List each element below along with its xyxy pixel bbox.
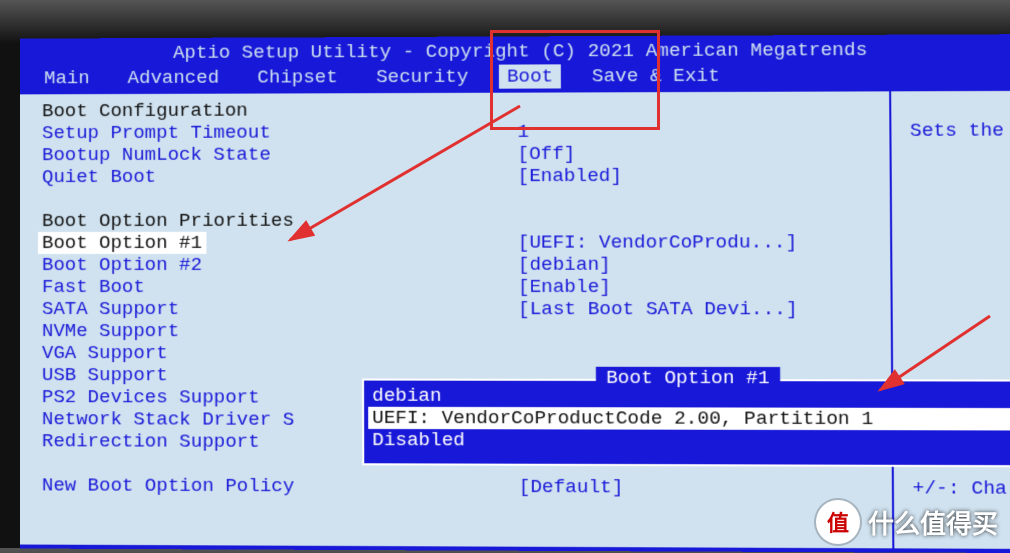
section-boot-priorities: Boot Option Priorities [42,209,506,232]
item-setup-prompt-timeout[interactable]: Setup Prompt Timeout [42,121,505,144]
value-sata-support: [Last Boot SATA Devi...] [518,298,887,320]
item-boot-option-1[interactable]: Boot Option #1 [42,232,506,254]
item-quiet-boot[interactable]: Quiet Boot [42,165,505,188]
bios-screen: Aptio Setup Utility - Copyright (C) 2021… [20,34,1010,553]
watermark: 值 什么值得买 [816,500,998,544]
section-boot-config: Boot Configuration [42,99,505,122]
help-column: Sets the s +/-: Cha [891,91,1010,549]
popup-option-2[interactable]: Disabled [372,429,1007,453]
boot-option-popup[interactable]: Boot Option #1 debian UEFI: VendorCoProd… [362,379,1010,468]
value-boot-option-2: [debian] [518,253,886,275]
tab-advanced[interactable]: Advanced [120,66,228,90]
popup-title: Boot Option #1 [596,367,780,390]
value-fast-boot: [Enable] [518,276,886,298]
tab-boot[interactable]: Boot [499,64,562,88]
item-sata-support[interactable]: SATA Support [42,298,506,320]
value-quiet-boot: [Enabled] [518,164,886,187]
tab-bar: Main Advanced Chipset Security Boot Save… [20,63,1010,95]
item-fast-boot[interactable]: Fast Boot [42,276,506,298]
help-hint: +/-: Cha [912,477,1010,500]
item-boot-option-2[interactable]: Boot Option #2 [42,254,506,276]
tab-security[interactable]: Security [368,65,477,89]
tab-save-exit[interactable]: Save & Exit [584,64,728,89]
tab-main[interactable]: Main [36,66,98,90]
value-bootup-numlock: [Off] [517,142,885,165]
left-column: Boot Configuration Setup Prompt Timeout … [20,93,515,547]
tab-chipset[interactable]: Chipset [249,65,346,89]
value-setup-prompt-timeout: 1 [517,120,885,143]
value-column: 1 [Off] [Enabled] [UEFI: VendorCoProdu..… [513,91,894,548]
item-nvme-support[interactable]: NVMe Support [42,320,506,342]
popup-option-1[interactable]: UEFI: VendorCoProductCode 2.00, Partitio… [368,407,1010,431]
item-new-boot-policy[interactable]: New Boot Option Policy [42,474,507,498]
bios-title: Aptio Setup Utility - Copyright (C) 2021… [20,34,1010,66]
value-new-boot-policy: [Default] [519,476,888,500]
watermark-badge-icon: 值 [816,500,860,544]
help-text: Sets the s [910,119,1010,142]
value-boot-option-1: [UEFI: VendorCoProdu...] [518,231,886,254]
item-vga-support[interactable]: VGA Support [42,342,506,365]
content-area: Boot Configuration Setup Prompt Timeout … [20,91,1010,549]
item-bootup-numlock[interactable]: Bootup NumLock State [42,143,505,166]
watermark-text: 什么值得买 [868,504,998,541]
